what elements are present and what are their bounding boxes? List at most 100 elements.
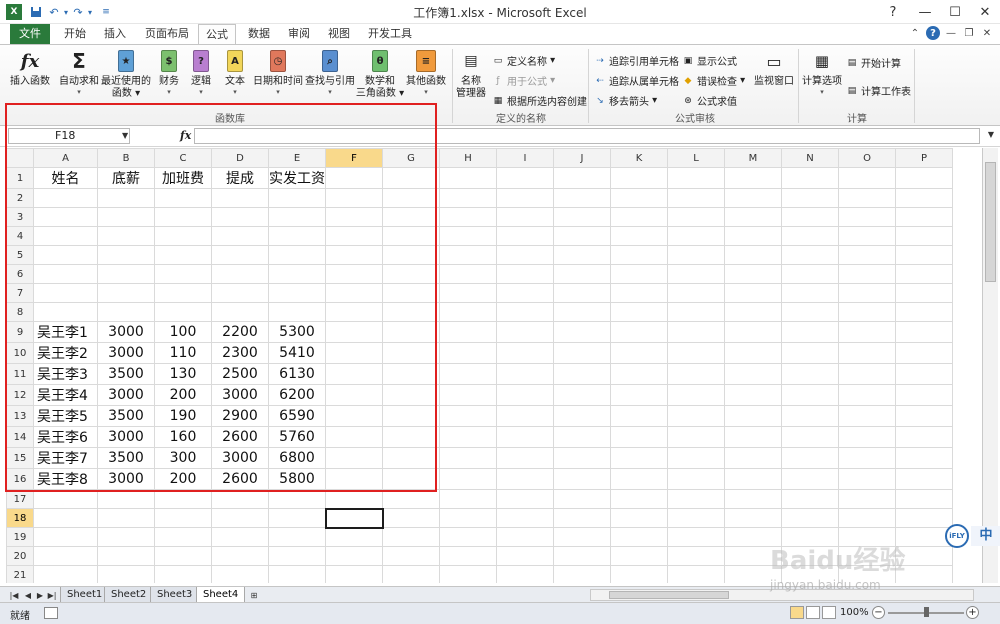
- autosum-button[interactable]: Σ 自动求和 ▾: [58, 49, 100, 97]
- help-icon[interactable]: ?: [926, 26, 940, 40]
- sheet-cell[interactable]: [781, 468, 839, 490]
- sheet-cell[interactable]: [439, 283, 497, 303]
- sheet-cell[interactable]: [838, 384, 896, 406]
- sheet-cell[interactable]: 提成: [211, 167, 269, 189]
- sheet-cell[interactable]: [268, 302, 326, 322]
- sheet-cell[interactable]: [439, 302, 497, 322]
- sheet-cell[interactable]: [325, 342, 383, 364]
- sheet-cell[interactable]: [382, 546, 440, 566]
- sheet-cell[interactable]: [268, 508, 326, 528]
- row-header[interactable]: 16: [6, 468, 34, 490]
- sheet-cell[interactable]: 110: [154, 342, 212, 364]
- next-sheet-icon[interactable]: ▶: [34, 589, 46, 601]
- sheet-cell[interactable]: 吴王李3: [33, 363, 98, 385]
- column-header[interactable]: D: [211, 148, 269, 168]
- sheet-cell[interactable]: [439, 321, 497, 343]
- sheet-cell[interactable]: 6200: [268, 384, 326, 406]
- workbook-minimize-icon[interactable]: —: [944, 26, 958, 40]
- row-header[interactable]: 4: [6, 226, 34, 246]
- sheet-cell[interactable]: [553, 447, 611, 469]
- row-header[interactable]: 11: [6, 363, 34, 385]
- sheet-cell[interactable]: [382, 245, 440, 265]
- sheet-cell[interactable]: [439, 565, 497, 583]
- sheet-cell[interactable]: [382, 207, 440, 227]
- sheet-cell[interactable]: [610, 342, 668, 364]
- sheet-cell[interactable]: [97, 264, 155, 284]
- sheet-cell[interactable]: [268, 283, 326, 303]
- column-header[interactable]: H: [439, 148, 497, 168]
- watch-window-button[interactable]: ▭ 监视窗口: [752, 49, 796, 88]
- sheet-cell[interactable]: [439, 342, 497, 364]
- sheet-cell[interactable]: 200: [154, 384, 212, 406]
- sheet-cell[interactable]: [154, 489, 212, 509]
- sheet-cell[interactable]: [97, 188, 155, 208]
- sheet-cell[interactable]: [33, 188, 98, 208]
- column-header[interactable]: E: [268, 148, 326, 168]
- tab-data[interactable]: 数据: [240, 24, 278, 44]
- trace-dependents-button[interactable]: ⇠ 追踪从属单元格: [594, 73, 679, 89]
- sheet-cell[interactable]: [325, 468, 383, 490]
- sheet-cell[interactable]: [895, 342, 953, 364]
- sheet-cell[interactable]: [838, 264, 896, 284]
- sheet-cell[interactable]: [610, 321, 668, 343]
- sheet-cell[interactable]: [781, 226, 839, 246]
- sheet-cell[interactable]: [781, 283, 839, 303]
- sheet-cell[interactable]: 3000: [97, 384, 155, 406]
- sheet-cell[interactable]: [781, 321, 839, 343]
- sheet-cell[interactable]: [667, 188, 725, 208]
- sheet-cell[interactable]: [382, 489, 440, 509]
- sheet-cell[interactable]: [382, 321, 440, 343]
- sheet-cell[interactable]: 6590: [268, 405, 326, 427]
- row-header[interactable]: 5: [6, 245, 34, 265]
- sheet-cell[interactable]: [154, 302, 212, 322]
- sheet-cell[interactable]: [895, 405, 953, 427]
- row-header[interactable]: 8: [6, 302, 34, 322]
- zoom-out-icon[interactable]: −: [872, 606, 885, 619]
- sheet-cell[interactable]: [610, 188, 668, 208]
- sheet-cell[interactable]: [667, 363, 725, 385]
- sheet-cell[interactable]: [724, 508, 782, 528]
- trace-precedents-button[interactable]: ⇢ 追踪引用单元格: [594, 53, 679, 69]
- row-header[interactable]: 9: [6, 321, 34, 343]
- row-header[interactable]: 19: [6, 527, 34, 547]
- define-name-button[interactable]: ▭ 定义名称 ▾: [492, 53, 555, 68]
- sheet-cell[interactable]: [838, 207, 896, 227]
- sheet-cell[interactable]: [610, 546, 668, 566]
- sheet-cell[interactable]: [154, 546, 212, 566]
- row-header[interactable]: 3: [6, 207, 34, 227]
- datetime-button[interactable]: ◷ 日期和时间 ▾: [252, 49, 304, 97]
- sheet-cell[interactable]: [439, 188, 497, 208]
- sheet-cell[interactable]: [382, 384, 440, 406]
- minimize-ribbon-icon[interactable]: ⌃: [908, 26, 922, 40]
- sheet-cell[interactable]: [667, 489, 725, 509]
- sheet-cell[interactable]: 5760: [268, 426, 326, 448]
- sheet-cell[interactable]: [496, 207, 554, 227]
- sheet-cell[interactable]: [154, 565, 212, 583]
- column-header[interactable]: A: [33, 148, 98, 168]
- sheet-cell[interactable]: [268, 188, 326, 208]
- insert-function-button[interactable]: fx 插入函数: [10, 49, 50, 88]
- sheet-cell[interactable]: [667, 546, 725, 566]
- sheet-cell[interactable]: [268, 546, 326, 566]
- row-header[interactable]: 10: [6, 342, 34, 364]
- sheet-cell[interactable]: [97, 226, 155, 246]
- sheet-cell[interactable]: [610, 426, 668, 448]
- help-toggle-icon[interactable]: ?: [878, 0, 908, 24]
- row-header[interactable]: 13: [6, 405, 34, 427]
- remove-arrows-button[interactable]: ↘ 移去箭头 ▾: [594, 93, 657, 108]
- sheet-cell[interactable]: [553, 405, 611, 427]
- sheet-cell[interactable]: [724, 188, 782, 208]
- sheet-cell[interactable]: 6800: [268, 447, 326, 469]
- sheet-cell[interactable]: [610, 264, 668, 284]
- sheet-cell[interactable]: [553, 321, 611, 343]
- sheet-cell[interactable]: [724, 468, 782, 490]
- sheet-cell[interactable]: 2600: [211, 426, 269, 448]
- sheet-cell[interactable]: [895, 245, 953, 265]
- sheet-cell[interactable]: 3000: [97, 321, 155, 343]
- sheet-cell[interactable]: [325, 363, 383, 385]
- sheet-cell[interactable]: 3000: [97, 426, 155, 448]
- close-icon[interactable]: ✕: [970, 0, 1000, 24]
- sheet-cell[interactable]: [781, 489, 839, 509]
- sheet-cell[interactable]: [33, 283, 98, 303]
- math-trig-button[interactable]: θ 数学和 三角函数 ▾: [356, 49, 404, 100]
